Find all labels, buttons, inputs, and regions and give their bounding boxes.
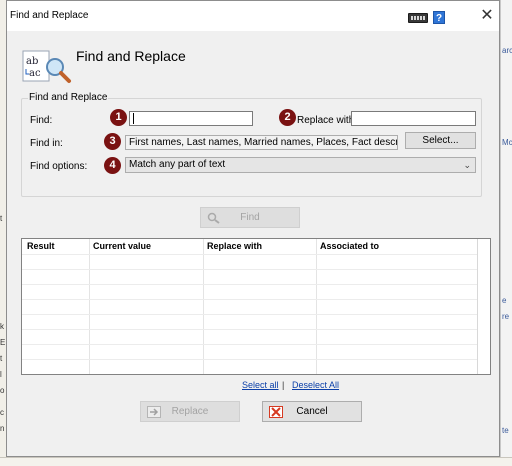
column-divider — [316, 239, 317, 374]
row-divider — [22, 269, 490, 270]
find-replace-dialog: Find and Replace ? ✕ ab ac Find and Repl… — [6, 0, 500, 457]
row-divider — [22, 284, 490, 285]
svg-text:ac: ac — [29, 68, 41, 79]
column-header-associated-to[interactable]: Associated to — [320, 241, 379, 251]
chevron-down-icon: ⌄ — [463, 160, 471, 170]
background-text: o — [0, 386, 5, 395]
find-in-field: First names, Last names, Married names, … — [125, 135, 398, 150]
background-app-bottom — [0, 457, 512, 466]
background-text: l — [0, 370, 2, 379]
row-divider — [22, 254, 490, 255]
background-text: re — [502, 312, 510, 321]
column-header-replace-with[interactable]: Replace with — [207, 241, 262, 251]
background-text: c — [0, 408, 4, 417]
column-divider — [89, 239, 90, 374]
find-button[interactable]: Find — [200, 207, 300, 228]
replace-button[interactable]: Replace — [140, 401, 240, 422]
background-text: arc — [502, 46, 512, 55]
row-divider — [22, 329, 490, 330]
keyboard-icon[interactable] — [408, 13, 428, 23]
background-text: n — [0, 424, 5, 433]
find-input[interactable] — [129, 111, 253, 126]
replace-label: Replace with: — [297, 115, 358, 126]
find-in-label: Find in: — [30, 138, 63, 149]
group-label: Find and Replace — [28, 92, 109, 103]
find-replace-group: Find and Replace Find: 1 2 Replace with:… — [21, 92, 482, 197]
background-text: k — [0, 322, 4, 331]
find-options-label: Find options: — [30, 161, 88, 172]
title-bar: Find and Replace ? ✕ — [7, 1, 499, 31]
replace-button-label: Replace — [171, 406, 209, 417]
link-separator: | — [282, 380, 285, 390]
header-title: Find and Replace — [76, 48, 186, 64]
row-divider — [22, 314, 490, 315]
background-text: t — [0, 214, 3, 223]
step-badge-2: 2 — [279, 109, 296, 126]
row-divider — [22, 344, 490, 345]
find-options-dropdown[interactable]: Match any part of text ⌄ — [125, 157, 476, 173]
replace-arrow-icon — [147, 406, 161, 418]
help-icon[interactable]: ? — [433, 11, 445, 24]
find-replace-icon: ab ac — [22, 50, 71, 83]
step-badge-1: 1 — [110, 109, 127, 126]
magnifier-icon — [207, 212, 221, 224]
column-header-result[interactable]: Result — [27, 241, 55, 251]
background-text: E — [0, 338, 6, 347]
replace-input[interactable] — [351, 111, 476, 126]
step-badge-4: 4 — [104, 157, 121, 174]
background-text: t — [0, 354, 3, 363]
find-options-value: Match any part of text — [129, 159, 226, 170]
column-header-current-value[interactable]: Current value — [93, 241, 151, 251]
close-icon[interactable]: ✕ — [475, 5, 499, 27]
select-button[interactable]: Select... — [405, 132, 476, 149]
step-badge-3: 3 — [104, 133, 121, 150]
select-all-link[interactable]: Select all — [242, 380, 279, 390]
deselect-all-link[interactable]: Deselect All — [292, 380, 339, 390]
row-divider — [22, 299, 490, 300]
find-label: Find: — [30, 115, 53, 126]
find-button-label: Find — [240, 212, 260, 223]
background-text: te — [502, 426, 509, 435]
background-text: e — [502, 296, 507, 305]
svg-text:ab: ab — [26, 56, 38, 67]
window-title: Find and Replace — [10, 10, 89, 21]
row-divider — [22, 359, 490, 360]
results-table[interactable]: Result Current value Replace with Associ… — [21, 238, 491, 375]
background-app-right: arc Mc e re te — [500, 0, 512, 466]
cancel-button-label: Cancel — [296, 406, 328, 417]
table-scrollbar[interactable] — [477, 239, 490, 374]
cancel-x-icon — [269, 406, 283, 418]
background-text: Mc — [502, 138, 512, 147]
cancel-button[interactable]: Cancel — [262, 401, 362, 422]
column-divider — [203, 239, 204, 374]
